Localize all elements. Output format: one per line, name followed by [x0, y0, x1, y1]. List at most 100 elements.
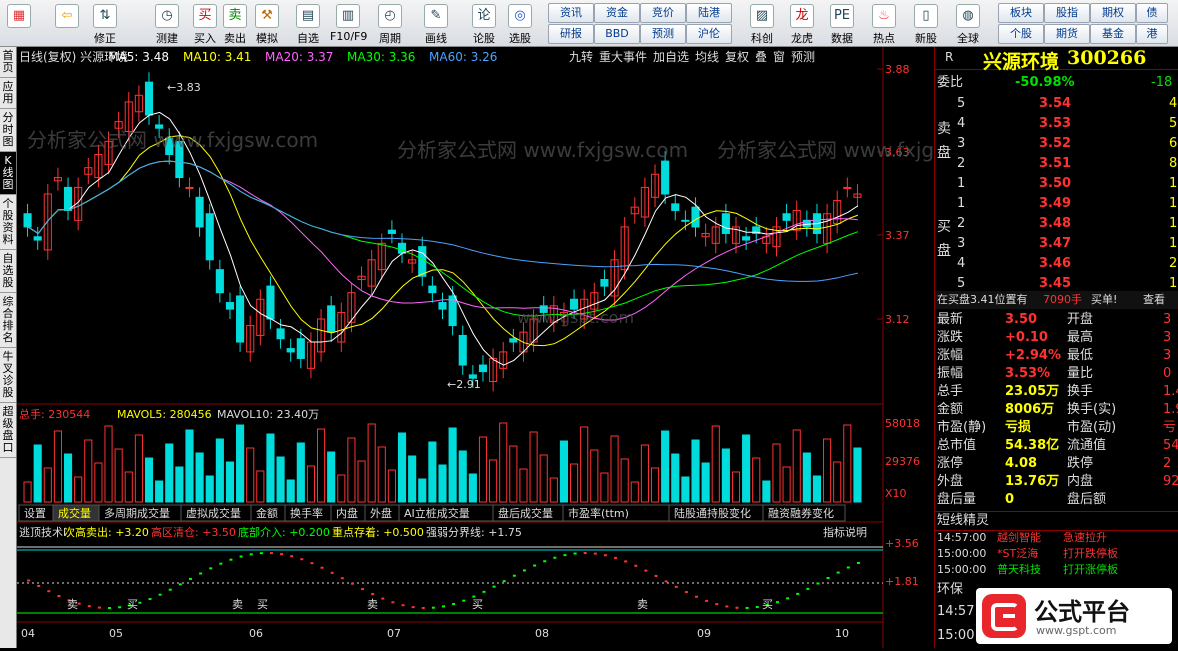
toolbar-tab-c3[interactable]: 债	[1136, 3, 1168, 23]
toolbar-tab-c2[interactable]: 期权	[1090, 3, 1136, 23]
toolbar-button-4[interactable]: 买买入	[190, 2, 220, 45]
fire-icon: ♨	[872, 4, 896, 28]
indicator-help-button[interactable]: 指标说明	[823, 525, 867, 539]
sidebar-tab-8[interactable]: 超级盘口	[0, 403, 16, 458]
toolbar-button-label: 修正	[94, 32, 116, 45]
sidebar-tab-label: K线图	[2, 154, 14, 191]
chart-header-btn-2[interactable]: 加自选	[653, 50, 689, 64]
sidebar-tab-5[interactable]: 自选股	[0, 250, 16, 293]
chart-header-btn-4[interactable]: 复权	[725, 50, 749, 64]
sidebar-tab-1[interactable]: 应用	[0, 78, 16, 109]
indicator-dot	[219, 562, 223, 565]
candle-body	[438, 302, 447, 310]
toolbar-button-10[interactable]: ✎ 画线	[418, 2, 454, 45]
toolbar-right-button-2[interactable]: PE 数据	[824, 2, 860, 45]
toolbar-right-button-1[interactable]: 龙龙虎	[784, 2, 820, 45]
toolbar-button-3[interactable]: ◷ 测建	[152, 2, 182, 45]
indicator-dot	[715, 603, 719, 606]
volume-bar	[661, 430, 670, 503]
r-label: R	[945, 50, 954, 64]
sidebar-tab-label: 应用	[2, 80, 14, 105]
chart-header-btn-3[interactable]: 均线	[695, 50, 719, 64]
indicator-t4: 重点存着: +0.500	[332, 525, 424, 539]
bid-level: 3	[957, 236, 966, 251]
volume-bar	[691, 439, 700, 503]
toolbar-button-12[interactable]: ◎ 选股	[502, 2, 538, 45]
main-toolbar: ▦ ⇦ ⇅ 修正 ◷ 测建买买入卖卖出 ⚒ 模拟 ▤ 自选 ▥ F10/F9 ◴ 周期 ✎ 画线论论股 ◎ 选股资…	[0, 0, 1178, 47]
chart-header-btn-1[interactable]: 重大事件	[599, 50, 647, 64]
toolbar-button-7[interactable]: ▤ 自选	[290, 2, 326, 45]
indicator-dot	[168, 588, 172, 591]
stat-value: 8006万	[1005, 402, 1055, 417]
sidebar-tab-4[interactable]: 个股资料	[0, 195, 16, 250]
toolbar-tab-c1[interactable]: 股指	[1044, 3, 1090, 23]
pos-action: 买单!	[1091, 293, 1118, 306]
watermark: www.gspt.com	[517, 308, 634, 327]
bid-level: 1	[957, 196, 966, 211]
bid-price: 3.47	[1039, 236, 1072, 251]
sidebar-tab-3[interactable]: K线图	[0, 152, 16, 195]
toolbar-tab-0[interactable]: 资讯	[548, 3, 594, 23]
indicator-dot	[239, 555, 243, 558]
toolbar-right-button-5[interactable]: ◍ 全球	[950, 2, 986, 45]
toolbar-tab-2[interactable]: 竞价	[640, 3, 686, 23]
toolbar-tab-1[interactable]: 资金	[594, 3, 640, 23]
indicator-dot	[836, 571, 840, 574]
toolbar-tab-c0[interactable]: 板块	[998, 3, 1044, 23]
bid-volume: 1	[1169, 236, 1178, 251]
indicator-dot	[775, 601, 779, 604]
toolbar-tab-d0[interactable]: 个股	[998, 24, 1044, 44]
indicator-tab-label: 换手率	[290, 506, 323, 520]
indicator-mark: 卖	[232, 598, 243, 611]
stat-right-label: 换手	[1067, 384, 1094, 399]
toolbar-button-2[interactable]: ⇅ 修正	[90, 2, 120, 45]
toolbar-tab-d3[interactable]: 港	[1136, 24, 1168, 44]
indicator-mark: 卖	[67, 598, 78, 611]
toolbar-right-button-0[interactable]: ▨ 科创	[744, 2, 780, 45]
toolbar-button-label: 测建	[156, 32, 178, 45]
candle-body	[327, 305, 336, 333]
chart-header-btn-6[interactable]: 窗	[773, 50, 785, 64]
toolbar-button-0[interactable]: ▦	[4, 2, 34, 44]
chart-header-btn-7[interactable]: 预测	[791, 50, 815, 64]
toolbar-tab-b0[interactable]: 研报	[548, 24, 594, 44]
toolbar-right-button-3[interactable]: ♨ 热点	[866, 2, 902, 45]
toolbar-button-9[interactable]: ◴ 周期	[372, 2, 408, 45]
time-label: 14:57	[937, 604, 975, 619]
sidebar-tab-6[interactable]: 综合排名	[0, 293, 16, 348]
toolbar-button-6[interactable]: ⚒ 模拟	[252, 2, 282, 45]
stat-right-label: 开盘	[1067, 312, 1094, 327]
watermark: 分析家公式网 www.fxjgsw.com	[27, 128, 318, 152]
sidebar-tab-7[interactable]: 牛叉诊股	[0, 348, 16, 403]
sidebar-tab-0[interactable]: 首页	[0, 47, 16, 78]
ma-label-ma20: MA20: 3.37	[265, 50, 333, 64]
bid-volume: 1	[1169, 216, 1178, 231]
volume-bar	[762, 480, 771, 503]
toolbar-button-5[interactable]: 卖卖出	[220, 2, 250, 45]
volume-bar	[175, 466, 184, 503]
stat-right-value: 3	[1163, 312, 1172, 327]
candle-body	[387, 229, 396, 234]
chart-header-btn-0[interactable]: 九转	[569, 49, 593, 64]
indicator-dot	[553, 556, 557, 559]
indicator-dot	[138, 601, 142, 604]
sidebar-tab-2[interactable]: 分时图	[0, 109, 16, 152]
toolbar-right-button-4[interactable]: ▯ 新股	[908, 2, 944, 45]
kline-chart-svg[interactable]: 日线(复权) 兴源环境MA5: 3.48 MA10: 3.41 MA20: 3.37…	[17, 47, 1008, 648]
toolbar-tab-d1[interactable]: 期货	[1044, 24, 1090, 44]
toolbar-tab-b2[interactable]: 预测	[640, 24, 686, 44]
chart-header-btn-5[interactable]: 叠	[755, 50, 767, 64]
ask-price: 3.50	[1039, 176, 1072, 191]
ask-row-1: 4 3.53 5	[935, 115, 1178, 133]
toolbar-button-11[interactable]: 论论股	[466, 2, 502, 45]
ipo-icon: ▯	[914, 4, 938, 28]
low-label: ←2.91	[447, 378, 481, 391]
kline-chart-area[interactable]: 日线(复权) 兴源环境 MA5: 3.48 MA10: 3.41 MA20: 3.37…	[17, 47, 1008, 648]
toolbar-tab-d2[interactable]: 基金	[1090, 24, 1136, 44]
toolbar-tab-b1[interactable]: BBD	[594, 24, 640, 44]
toolbar-tab-b3[interactable]: 沪伦	[686, 24, 732, 44]
indicator-t3: 底部介入: +0.200	[238, 525, 330, 539]
toolbar-button-8[interactable]: ▥ F10/F9	[330, 2, 367, 44]
toolbar-tab-3[interactable]: 陆港	[686, 3, 732, 23]
toolbar-button-1[interactable]: ⇦	[52, 2, 82, 44]
